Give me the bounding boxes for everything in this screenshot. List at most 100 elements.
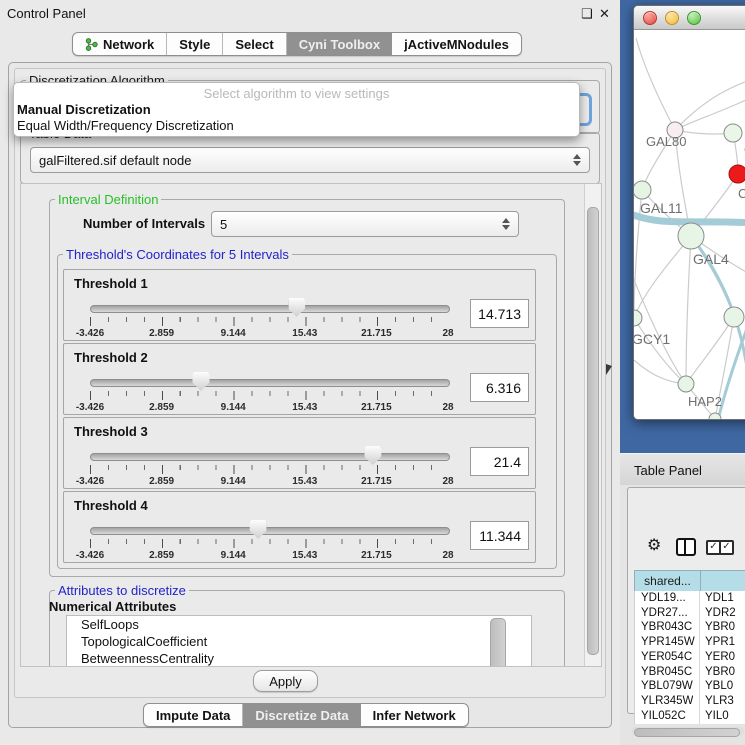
zoom-window-icon[interactable]	[687, 11, 701, 25]
close-window-icon[interactable]	[643, 11, 657, 25]
table-cell[interactable]: YBR045C	[641, 666, 692, 678]
numerical-attributes-heading: Numerical Attributes	[49, 599, 176, 614]
slider-handle[interactable]	[288, 298, 305, 317]
tab-infer-network[interactable]: Infer Network	[361, 704, 468, 726]
table-cell[interactable]: YLR3	[705, 695, 734, 707]
table-cell[interactable]: YBL0	[705, 680, 733, 692]
table-cell[interactable]: YPR145W	[641, 636, 695, 648]
slider-track[interactable]	[90, 305, 450, 313]
node-label-c: C	[738, 186, 745, 201]
tick-label: 28	[426, 550, 470, 561]
column-header-name[interactable]: n	[700, 570, 745, 592]
number-of-intervals-combo[interactable]: 5	[211, 211, 519, 237]
tick-label: -3.426	[68, 402, 112, 413]
threshold-label: Threshold 3	[74, 424, 148, 439]
close-panel-icon[interactable]: ✕	[599, 6, 610, 22]
threshold-value: 11.344	[479, 528, 521, 544]
tab-cyni-toolbox[interactable]: Cyni Toolbox	[287, 33, 392, 55]
slider-track[interactable]	[90, 527, 450, 535]
table-cell[interactable]: YDL1	[705, 592, 734, 604]
split-columns-icon[interactable]	[676, 538, 696, 556]
table-cell[interactable]: YBR0	[705, 666, 735, 678]
tick-label: 15.43	[283, 550, 327, 561]
table-hscrollbar-thumb[interactable]	[634, 728, 740, 737]
numerical-attributes-list[interactable]: SelfLoops TopologicalCoefficient Between…	[66, 615, 532, 667]
table-cell[interactable]: YDR2	[705, 607, 736, 619]
threshold-panel: Threshold 3 -3.426 2.859 9.144 15.43 21.…	[63, 417, 536, 489]
popup-hint: Select algorithm to view settings	[14, 83, 579, 101]
table-cell[interactable]: YBL079W	[641, 680, 693, 692]
checkbox-icon[interactable]: ✓	[719, 540, 734, 555]
tab-network[interactable]: Network	[73, 33, 167, 55]
table-cell[interactable]: YBR0	[705, 621, 735, 633]
table-body: YDL19... YDL1 YDR27... YDR2 YBR043C YBR0…	[634, 591, 745, 724]
table-panel-title: Table Panel	[634, 463, 702, 478]
node-label-gal80: GAL80	[646, 134, 686, 149]
threshold-slider[interactable]: -3.426 2.859 9.144 15.43 21.715 28	[90, 520, 448, 556]
table-cell[interactable]: YDR27...	[641, 607, 688, 619]
attributes-list-scrollbar[interactable]	[490, 618, 506, 667]
tick-label: 9.144	[211, 476, 255, 487]
table-data-combo[interactable]: galFiltered.sif default node	[30, 147, 590, 173]
table-cell[interactable]: YBR043C	[641, 621, 692, 633]
tab-jactivemnodules[interactable]: jActiveMNodules	[392, 33, 521, 55]
tab-discretize-data[interactable]: Discretize Data	[243, 704, 360, 726]
table-cell[interactable]: YPR1	[705, 636, 735, 648]
table-cell[interactable]: YER0	[705, 651, 735, 663]
bottom-tab-bar: Impute Data Discretize Data Infer Networ…	[143, 703, 469, 727]
apply-button[interactable]: Apply	[253, 670, 318, 692]
tab-style[interactable]: Style	[167, 33, 223, 55]
slider-handle[interactable]	[250, 520, 267, 539]
apply-button-label: Apply	[269, 674, 302, 689]
combo-stepper-icon	[573, 154, 581, 166]
main-scrollbar-thumb[interactable]	[587, 207, 599, 655]
tab-impute-data[interactable]: Impute Data	[144, 704, 243, 726]
tick-label: 9.144	[211, 328, 255, 339]
attributes-group-title: Attributes to discretize	[55, 583, 189, 598]
tick-label: 28	[426, 476, 470, 487]
threshold-label: Threshold 2	[74, 350, 148, 365]
table-data-combo-value: galFiltered.sif default node	[39, 153, 567, 168]
table-settings-gear-icon[interactable]: ⚙	[647, 535, 661, 555]
slider-track[interactable]	[90, 379, 450, 387]
popup-option-manual[interactable]: Manual Discretization	[14, 101, 579, 117]
threshold-slider[interactable]: -3.426 2.859 9.144 15.43 21.715 28	[90, 372, 448, 408]
node-label-hap2: HAP2	[688, 394, 722, 409]
column-header-shared-name[interactable]: shared...	[634, 570, 701, 592]
table-cell[interactable]: YLR345W	[641, 695, 693, 707]
slider-handle[interactable]	[192, 372, 209, 391]
slider-handle[interactable]	[364, 446, 381, 465]
minimize-window-icon[interactable]	[665, 11, 679, 25]
list-item[interactable]: BetweennessCentrality	[67, 650, 531, 667]
threshold-value-field[interactable]: 11.344	[470, 521, 529, 550]
list-item[interactable]: SelfLoops	[67, 616, 531, 633]
mouse-cursor	[606, 364, 612, 375]
list-item[interactable]: TopologicalCoefficient	[67, 633, 531, 650]
network-window-titlebar[interactable]	[634, 6, 745, 30]
control-panel-titlebar: Control Panel ❑ ✕	[0, 0, 620, 26]
node-label-gal4: GAL4	[693, 251, 729, 267]
table-cell[interactable]: YER054C	[641, 651, 692, 663]
table-cell[interactable]: YIL052C	[641, 710, 686, 722]
tab-select[interactable]: Select	[223, 33, 286, 55]
table-cell[interactable]: YDL19...	[641, 592, 686, 604]
number-of-intervals-value: 5	[220, 217, 496, 232]
tab-impute-data-label: Impute Data	[156, 708, 230, 723]
tick-label: 2.859	[140, 550, 184, 561]
threshold-value-field[interactable]: 6.316	[470, 373, 529, 402]
network-view-window[interactable]: GAL80 GA C GAL11 GAL4 GCY1 H HAP2	[633, 5, 745, 420]
threshold-value-field[interactable]: 21.4	[470, 447, 529, 476]
float-window-icon[interactable]: ❑	[581, 6, 593, 22]
tick-label: 28	[426, 328, 470, 339]
network-canvas[interactable]: GAL80 GA C GAL11 GAL4 GCY1 H HAP2	[634, 30, 745, 419]
slider-major-ticks	[90, 391, 449, 400]
threshold-value-field[interactable]: 14.713	[470, 299, 529, 328]
tab-network-label: Network	[103, 37, 154, 52]
threshold-slider[interactable]: -3.426 2.859 9.144 15.43 21.715 28	[90, 298, 448, 334]
threshold-slider[interactable]: -3.426 2.859 9.144 15.43 21.715 28	[90, 446, 448, 482]
top-tab-bar: Network Style Select Cyni Toolbox jActiv…	[72, 32, 522, 56]
threshold-panel: Threshold 2 -3.426 2.859 9.144 15.43 21.…	[63, 343, 536, 415]
table-cell[interactable]: YIL0	[705, 710, 729, 722]
slider-track[interactable]	[90, 453, 450, 461]
popup-option-equal-width[interactable]: Equal Width/Frequency Discretization	[14, 117, 579, 133]
